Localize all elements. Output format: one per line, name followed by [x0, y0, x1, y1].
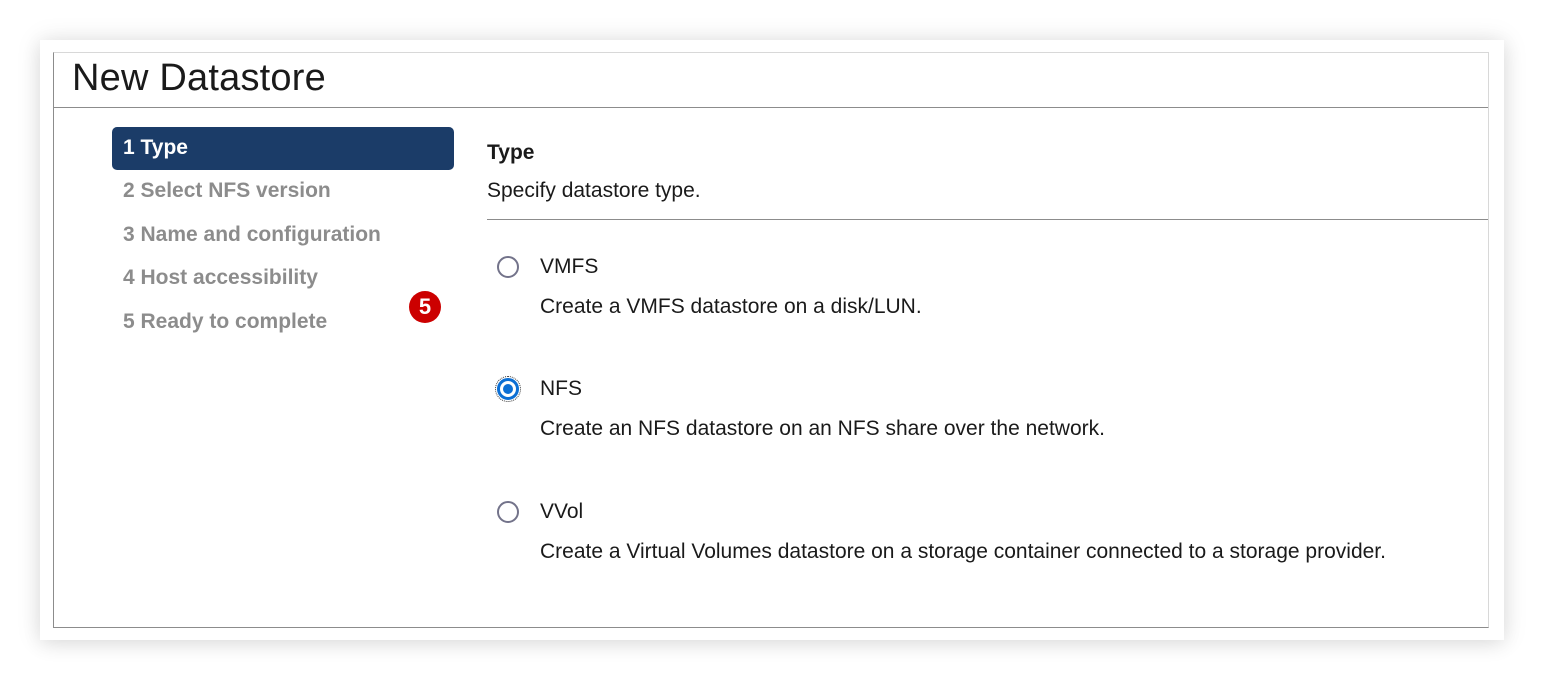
option-vmfs-label[interactable]: VMFS	[540, 255, 598, 279]
radio-vmfs[interactable]	[497, 256, 519, 278]
step-select-nfs-version[interactable]: 2 Select NFS version	[112, 170, 454, 214]
option-vmfs-description: Create a VMFS datastore on a disk/LUN.	[540, 295, 922, 318]
option-nfs-description: Create an NFS datastore on an NFS share …	[540, 417, 1105, 440]
dialog-title: New Datastore	[72, 57, 326, 99]
radio-vvol[interactable]	[497, 501, 519, 523]
page: New Datastore 1 Type 2 Select NFS versio…	[0, 0, 1544, 680]
step-number-badge: 5	[409, 291, 441, 323]
option-nfs-label[interactable]: NFS	[540, 377, 582, 401]
section-description: Specify datastore type.	[487, 179, 701, 202]
new-datastore-dialog: New Datastore 1 Type 2 Select NFS versio…	[53, 52, 1489, 628]
option-vvol-description: Create a Virtual Volumes datastore on a …	[540, 540, 1386, 563]
option-vvol-label[interactable]: VVol	[540, 500, 583, 524]
section-title: Type	[487, 141, 535, 164]
step-type[interactable]: 1 Type	[112, 127, 454, 170]
wizard-steps: 1 Type 2 Select NFS version 3 Name and c…	[112, 127, 454, 344]
step-host-accessibility[interactable]: 4 Host accessibility	[112, 257, 454, 301]
step-name-and-configuration[interactable]: 3 Name and configuration	[112, 214, 454, 258]
radio-nfs[interactable]	[495, 376, 521, 402]
step-ready-to-complete[interactable]: 5 Ready to complete	[112, 301, 454, 345]
title-divider	[54, 107, 1488, 108]
section-divider	[487, 219, 1488, 220]
